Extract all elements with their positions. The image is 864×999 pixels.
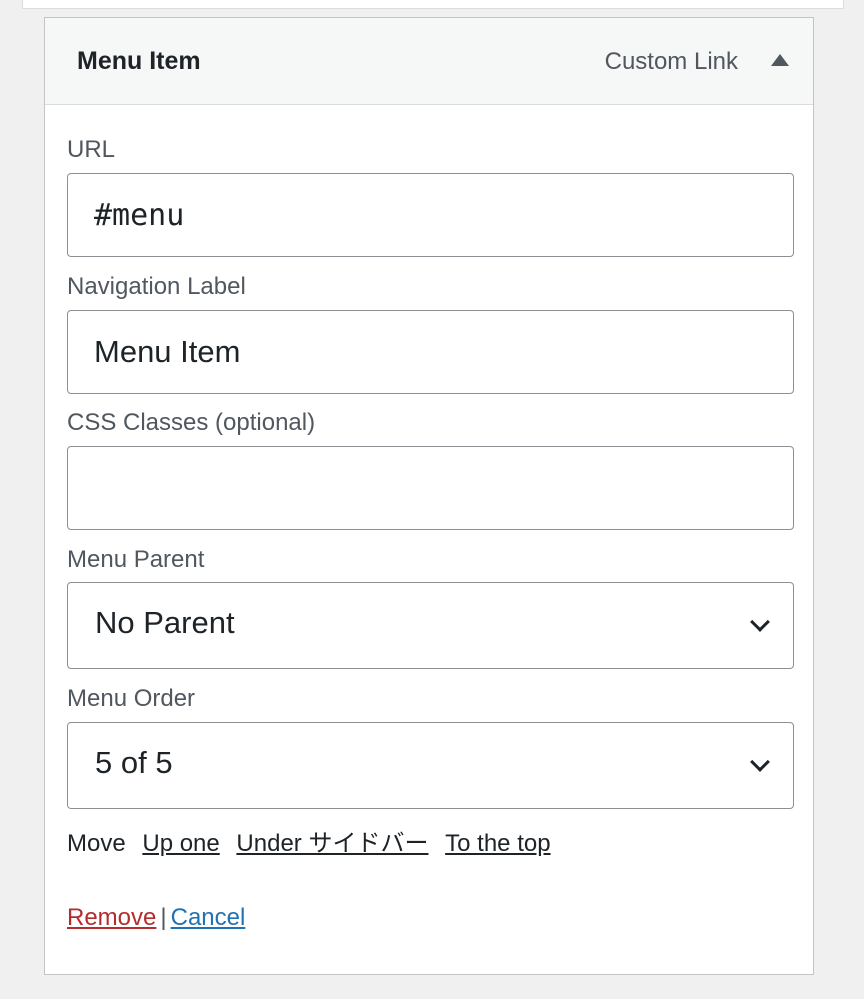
menu-item-title: Menu Item: [77, 47, 201, 75]
move-label: Move: [67, 830, 126, 857]
menu-parent-label: Menu Parent: [67, 546, 205, 573]
menu-order-value: 5 of 5: [95, 745, 173, 780]
chevron-down-icon: [750, 612, 770, 632]
previous-panel-edge: [22, 0, 844, 9]
css-classes-input[interactable]: [67, 446, 794, 530]
remove-link[interactable]: Remove: [67, 904, 156, 931]
menu-order-select[interactable]: 5 of 5: [67, 722, 794, 809]
chevron-down-icon: [750, 752, 770, 772]
menu-parent-value: No Parent: [95, 605, 235, 640]
navigation-label-input[interactable]: [67, 310, 794, 394]
menu-item-header[interactable]: Menu Item Custom Link: [45, 18, 813, 105]
move-under-link[interactable]: Under サイドバー: [236, 830, 428, 857]
move-controls: Move Up one Under サイドバー To the top: [67, 823, 551, 858]
move-up-one-link[interactable]: Up one: [142, 830, 219, 857]
cancel-link[interactable]: Cancel: [171, 904, 246, 931]
menu-order-label: Menu Order: [67, 685, 196, 712]
menu-item-type: Custom Link: [604, 48, 738, 75]
menu-item-panel: Menu Item Custom Link URL Navigation Lab…: [44, 17, 814, 975]
url-label: URL: [67, 136, 116, 163]
menu-parent-select[interactable]: No Parent: [67, 582, 794, 669]
move-to-top-link[interactable]: To the top: [445, 830, 550, 857]
url-input[interactable]: [67, 173, 794, 257]
actions-separator: |: [160, 904, 167, 931]
collapse-arrow-icon[interactable]: [771, 54, 789, 66]
item-actions: Remove | Cancel: [67, 904, 245, 932]
navigation-label-label: Navigation Label: [67, 273, 246, 300]
css-classes-label: CSS Classes (optional): [67, 409, 316, 436]
